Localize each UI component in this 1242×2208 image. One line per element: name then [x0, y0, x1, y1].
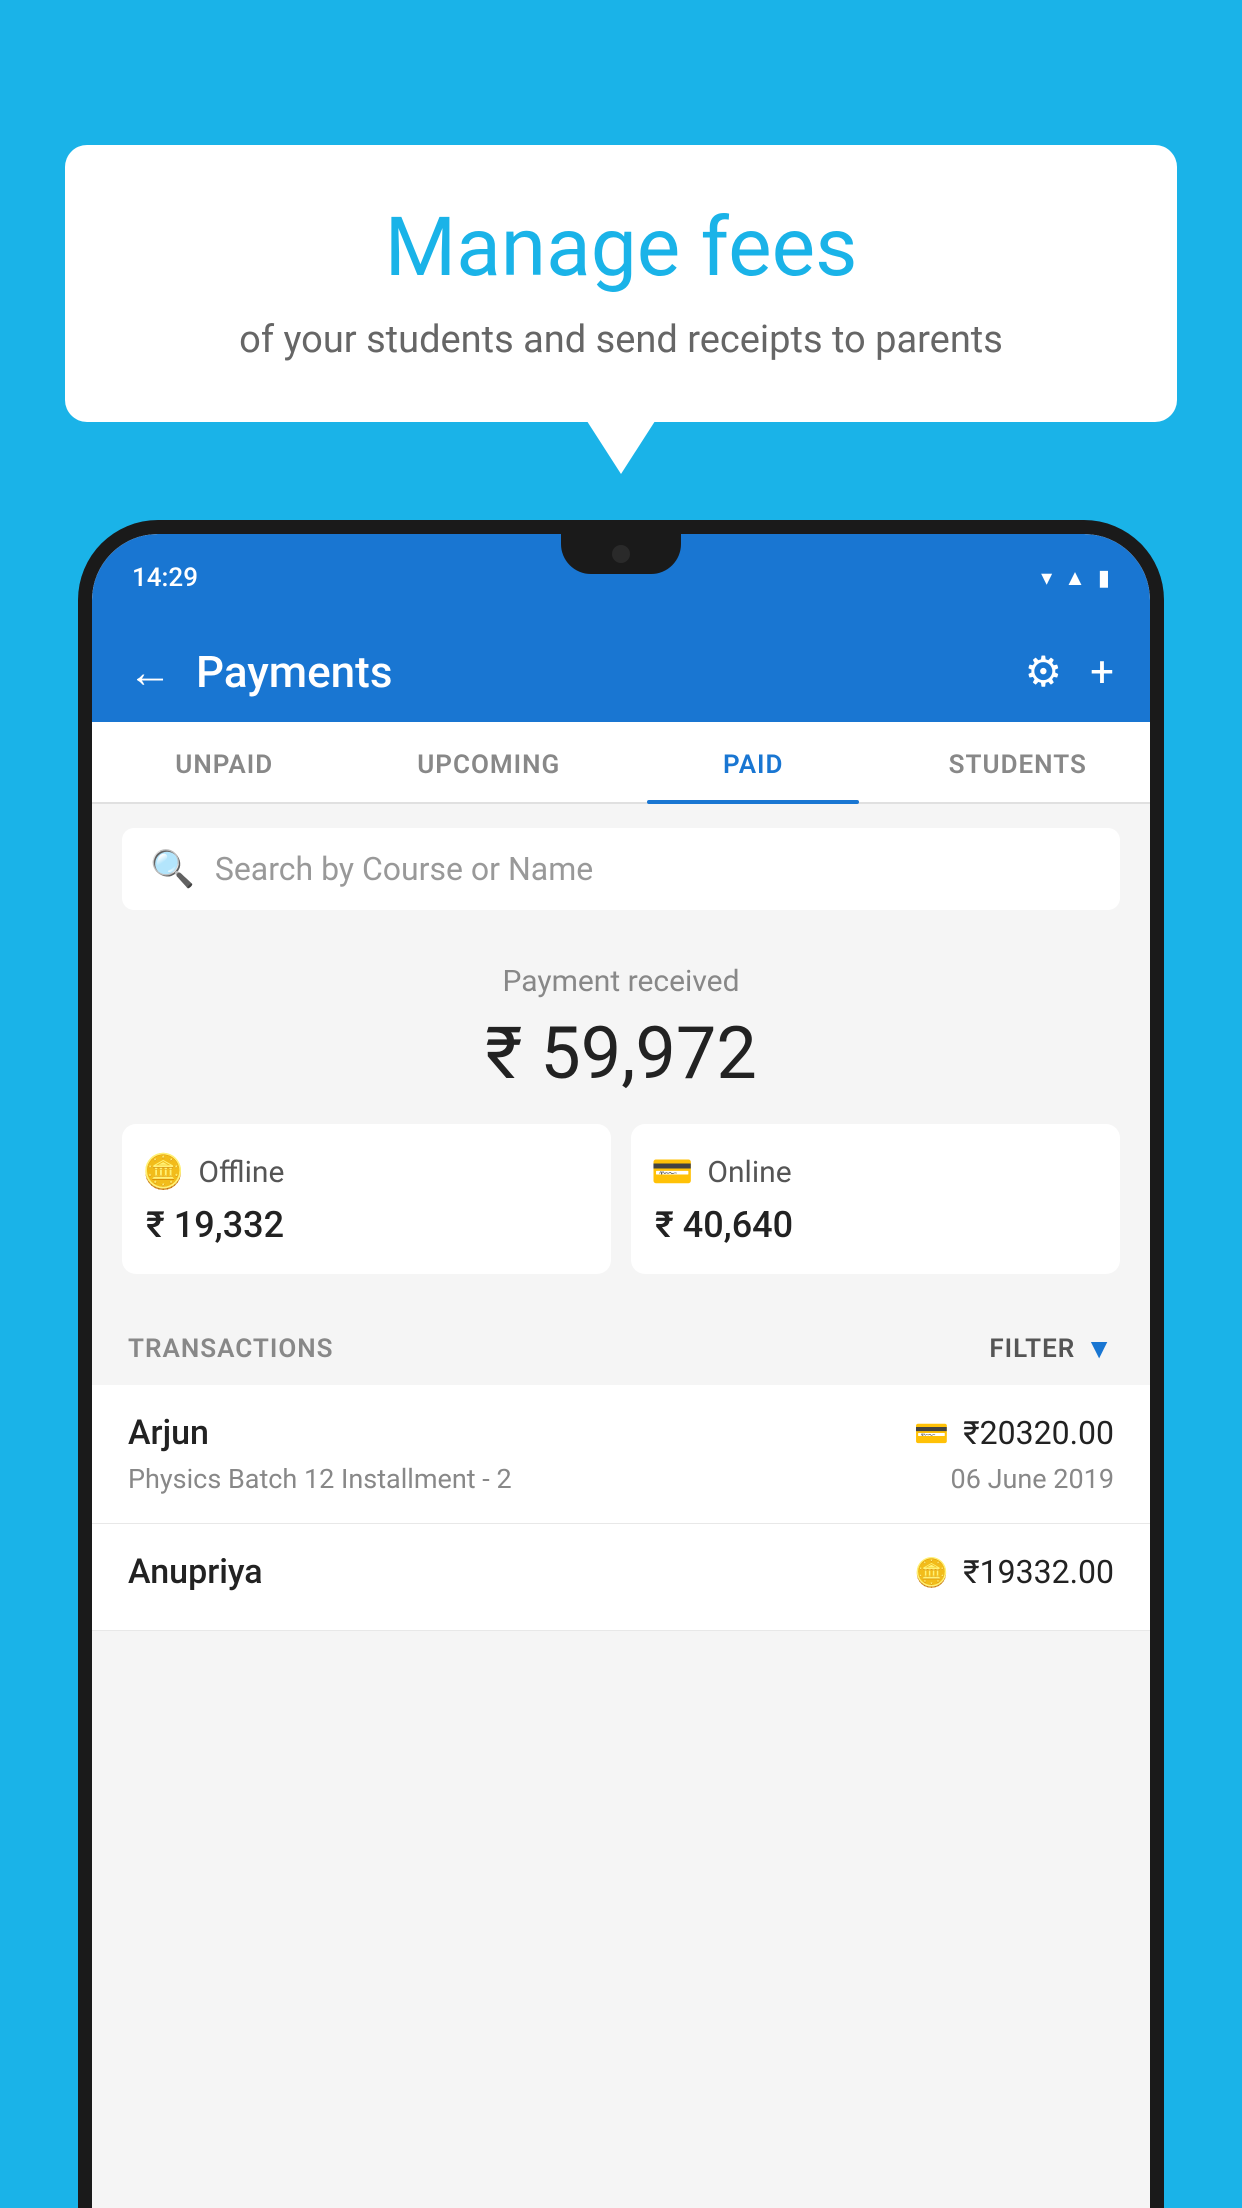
payment-cards: 🪙 Offline ₹ 19,332 💳 Online ₹ 40,640 — [122, 1124, 1120, 1274]
online-card: 💳 Online ₹ 40,640 — [631, 1124, 1120, 1274]
search-box[interactable]: 🔍 Search by Course or Name — [122, 828, 1120, 910]
offline-amount: ₹ 19,332 — [142, 1204, 591, 1246]
settings-button[interactable]: ⚙ — [1025, 647, 1063, 697]
payment-method-cash-icon: 🪙 — [914, 1556, 949, 1589]
transactions-header: TRANSACTIONS FILTER ▼ — [92, 1304, 1150, 1385]
filter-label: FILTER — [989, 1334, 1075, 1364]
search-icon: 🔍 — [150, 848, 195, 890]
payment-summary: Payment received ₹ 59,972 🪙 Offline ₹ 19… — [92, 934, 1150, 1304]
transaction-date: 06 June 2019 — [951, 1463, 1114, 1495]
table-row[interactable]: Arjun 💳 ₹20320.00 Physics Batch 12 Insta… — [92, 1385, 1150, 1524]
filter-icon: ▼ — [1085, 1332, 1114, 1365]
header-actions: ⚙ + — [1025, 647, 1115, 697]
search-container: 🔍 Search by Course or Name — [92, 804, 1150, 934]
status-time: 14:29 — [132, 563, 198, 593]
search-input[interactable]: Search by Course or Name — [215, 850, 593, 888]
notch — [561, 534, 681, 574]
payment-label: Payment received — [122, 964, 1120, 999]
bubble-subtitle: of your students and send receipts to pa… — [125, 318, 1117, 362]
status-icons: ▾ ▲ ▮ — [1041, 565, 1110, 591]
transaction-amount: ₹19332.00 — [963, 1553, 1114, 1591]
table-row[interactable]: Anupriya 🪙 ₹19332.00 — [92, 1524, 1150, 1631]
tab-paid[interactable]: PAID — [621, 722, 886, 802]
transaction-row-top: Arjun 💳 ₹20320.00 — [128, 1413, 1114, 1453]
offline-icon: 🪙 — [142, 1152, 184, 1192]
signal-icon: ▲ — [1064, 565, 1086, 591]
transaction-list: Arjun 💳 ₹20320.00 Physics Batch 12 Insta… — [92, 1385, 1150, 1631]
phone-frame: 14:29 ▾ ▲ ▮ ← Payments ⚙ + UNPAID UPCOMI… — [78, 520, 1164, 2208]
battery-icon: ▮ — [1098, 566, 1110, 591]
phone-inner: 14:29 ▾ ▲ ▮ ← Payments ⚙ + UNPAID UPCOMI… — [92, 534, 1150, 2208]
student-name: Arjun — [128, 1413, 209, 1453]
offline-card: 🪙 Offline ₹ 19,332 — [122, 1124, 611, 1274]
add-button[interactable]: + — [1090, 648, 1114, 697]
amount-row: 🪙 ₹19332.00 — [914, 1553, 1114, 1591]
speech-bubble: Manage fees of your students and send re… — [65, 145, 1177, 422]
student-name: Anupriya — [128, 1552, 263, 1592]
online-card-header: 💳 Online — [651, 1152, 1100, 1192]
wifi-icon: ▾ — [1041, 566, 1052, 591]
online-label: Online — [707, 1155, 791, 1190]
offline-label: Offline — [198, 1155, 284, 1190]
app-header: ← Payments ⚙ + — [92, 622, 1150, 722]
offline-card-header: 🪙 Offline — [142, 1152, 591, 1192]
transaction-row-bottom: Physics Batch 12 Installment - 2 06 June… — [128, 1463, 1114, 1495]
online-amount: ₹ 40,640 — [651, 1204, 1100, 1246]
tab-upcoming[interactable]: UPCOMING — [357, 722, 622, 802]
camera-dot — [612, 545, 630, 563]
transactions-label: TRANSACTIONS — [128, 1334, 334, 1364]
header-title: Payments — [196, 646, 1001, 698]
transaction-amount: ₹20320.00 — [963, 1414, 1114, 1452]
bubble-title: Manage fees — [125, 200, 1117, 296]
online-icon: 💳 — [651, 1152, 693, 1192]
tab-students[interactable]: STUDENTS — [886, 722, 1151, 802]
payment-method-card-icon: 💳 — [914, 1417, 949, 1450]
tab-unpaid[interactable]: UNPAID — [92, 722, 357, 802]
payment-total-amount: ₹ 59,972 — [122, 1011, 1120, 1096]
tabs-bar: UNPAID UPCOMING PAID STUDENTS — [92, 722, 1150, 804]
filter-button[interactable]: FILTER ▼ — [989, 1332, 1114, 1365]
transaction-row-top: Anupriya 🪙 ₹19332.00 — [128, 1552, 1114, 1592]
back-button[interactable]: ← — [128, 646, 172, 698]
speech-bubble-container: Manage fees of your students and send re… — [65, 145, 1177, 422]
amount-row: 💳 ₹20320.00 — [914, 1414, 1114, 1452]
status-bar: 14:29 ▾ ▲ ▮ — [92, 534, 1150, 622]
course-name: Physics Batch 12 Installment - 2 — [128, 1463, 512, 1495]
